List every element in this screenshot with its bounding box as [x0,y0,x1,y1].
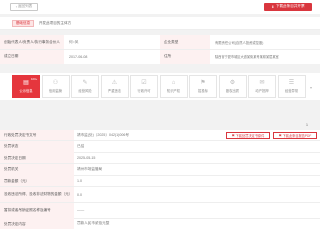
detail-row-value: —— [77,208,85,213]
detail-row: 处罚决定内容 罚款人民币贰佰元整 [0,218,320,230]
tab-basic-info[interactable]: 基础信息 [12,19,34,27]
category-tile[interactable]: ✉ 动产抵押 [248,75,276,98]
page-number: 1 [306,123,308,127]
category-label: 经营异常 [284,88,299,93]
category-tile[interactable]: ⚑ 招投标 [189,75,217,98]
tab-developer[interactable]: 开发此项目的主体方 [36,20,74,27]
detail-row-label: 处罚状态 [0,140,74,152]
category-tile[interactable]: 100+ ▤ 公示信息 [12,75,40,98]
detail-header-row: 行政处罚决定书文号 靖市监(处)〔2025〕042(1)006号 ▣ 下载处罚决… [0,130,320,140]
arrow-left-icon: ‹ [15,4,17,9]
category-label: 知识产权 [166,88,181,93]
back-button[interactable]: ‹ 返回列表 [10,2,38,11]
mail-icon: ✉ [259,80,265,87]
detail-row-label: 罚款金额（元） [0,175,74,187]
download-report-button[interactable]: ⬇ 下载此条目并开票 [264,2,312,11]
check-icon: ☑ [141,80,147,87]
detail-row-value: 2025-05-15 [77,155,96,160]
pdf-icon: ▣ [278,133,282,137]
detail-row: 罚款金额（元） 1.0 [0,175,320,187]
download-original-button[interactable]: ▣ 下载处罚决定书原件 [226,131,270,139]
back-label: 返回列表 [17,4,33,8]
download-report-label: 下载此条目并开票 [275,4,305,8]
legal-rep-label: 创始代表人/负责人/执行事务合伙人 [0,35,64,49]
legal-rep-value: 何○凤 [69,39,79,44]
detail-row: 处罚状态 已结 [0,140,320,152]
category-tile[interactable]: ☑ 行政许可 [130,75,158,98]
address-value: 陕西省宁夏市城区大道某街某号某幢某层某室 [215,55,279,60]
flag-icon: ⚑ [200,80,206,87]
category-label: 信用监管 [48,88,63,93]
detail-row-value: 1.0 [77,178,82,183]
basic-info-table: 创始代表人/负责人/执行事务合伙人 何○凤 企业类型 有限责任公司(自然人投资或… [0,35,320,64]
category-tile[interactable]: ⚇ 信用监管 [41,75,70,98]
gear-icon: ⚙ [229,80,236,87]
company-type-value: 有限责任公司(自然人投资或控股) [215,40,264,45]
count-badge: 100+ [31,77,38,81]
download-pdf-label: 下载此条目报告PDF [282,133,312,138]
warning-icon: ⚠ [111,80,118,87]
address-label: 住所 [160,49,210,64]
list-icon: ☰ [288,80,295,87]
category-tile[interactable]: ⌂ 知识产权 [159,75,188,98]
detail-row-label: 没收违法所得、没收非法财物的金额（元） [0,187,74,202]
shield-icon: ⚇ [52,80,59,87]
detail-row-value: 0.0 [77,192,82,197]
penalty-detail-table: 行政处罚决定书文号 靖市监(处)〔2025〕042(1)006号 ▣ 下载处罚决… [0,130,320,240]
detail-row-label: 处罚机关 [0,163,74,175]
category-label: 严重违法 [107,88,122,93]
download-original-label: 下载处罚决定书原件 [235,133,265,138]
tab-bar: 基础信息 开发此项目的主体方 [0,17,320,30]
decision-number-value: 靖市监(处)〔2025〕042(1)006号 [77,132,129,137]
detail-row-label: 处罚决定日期 [0,152,74,164]
category-label: 动产抵押 [255,88,269,93]
category-tile[interactable]: ⚠ 严重违法 [100,75,129,98]
category-label: 公示信息 [19,88,33,93]
detail-row: 暂扣或者吊销证照名称及编号 —— [0,202,320,218]
detail-row: 处罚机关 靖州市场监管局 [0,163,320,175]
chevron-down-icon[interactable]: ▾ [310,85,312,90]
category-label: 行政许可 [137,88,151,93]
category-icon-row: 100+ ▤ 公示信息 ⚇ 信用监管 ✎ 经营风险 ⚠ 严重违法 ☑ 行政许可 ⌂ 知识产权 ⚑ 招投标 ⚙ 股… [0,73,320,100]
document-icon: ▤ [23,80,29,87]
building-icon: ⌂ [171,80,176,87]
top-toolbar: ‹ 返回列表 ⬇ 下载此条目并开票 [0,0,320,14]
category-tile[interactable]: ⚙ 股权出质 [218,75,247,98]
detail-row-label: 暂扣或者吊销证照名称及编号 [0,202,74,218]
download-pdf-button[interactable]: ▣ 下载此条目报告PDF [273,131,317,139]
detail-row-label: 处罚决定内容 [0,218,74,230]
pdf-icon: ▣ [231,133,235,137]
download-icon: ⬇ [271,4,275,9]
detail-row-value: 罚款人民币贰佰元整 [77,221,110,226]
category-tile[interactable]: ☰ 经营异常 [277,75,306,98]
company-type-label: 企业类型 [160,35,210,49]
detail-row: 处罚决定日期 2025-05-15 [0,152,320,164]
founded-value: 2017-06-08 [69,54,88,59]
founded-label: 成立日期 [0,49,64,64]
category-tile[interactable]: ✎ 经营风险 [71,75,99,98]
detail-row-value: 靖州市场监管局 [77,166,103,171]
category-label: 经营风险 [78,88,92,93]
decision-number-label: 行政处罚决定书文号 [0,130,74,140]
category-label: 招投标 [198,88,208,93]
detail-row-value: 已结 [77,143,85,148]
edit-icon: ✎ [82,80,88,87]
category-label: 股权出质 [225,88,240,93]
detail-row: 没收违法所得、没收非法财物的金额（元） 0.0 [0,187,320,202]
